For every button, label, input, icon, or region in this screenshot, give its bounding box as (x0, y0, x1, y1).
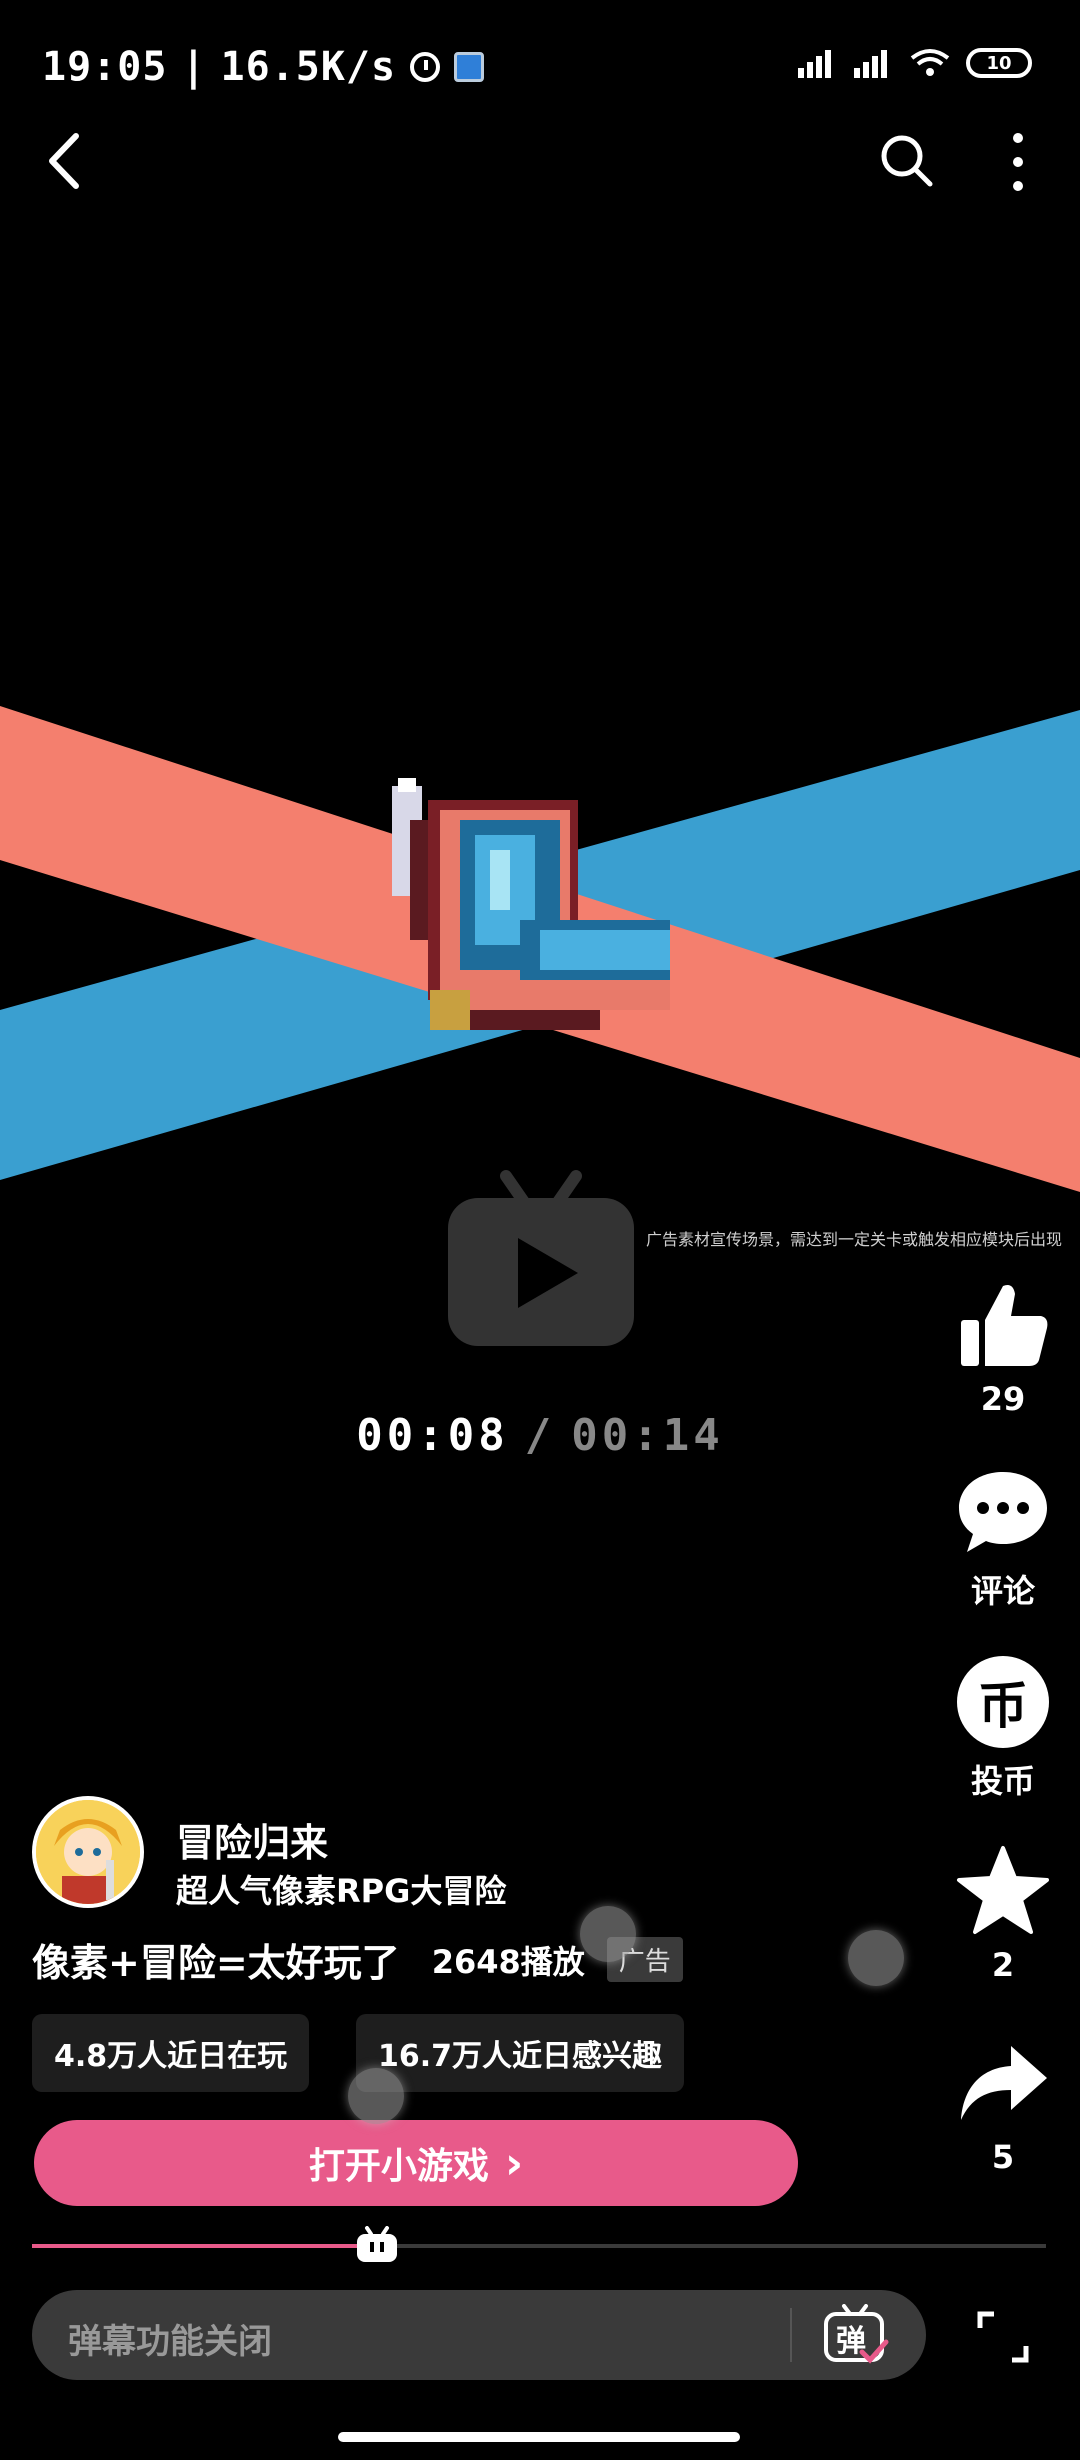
video-frame[interactable] (0, 690, 1080, 1210)
game-name[interactable]: 冒险归来 (176, 1812, 328, 1867)
back-button[interactable] (36, 126, 96, 196)
progress-thumb-icon[interactable] (355, 2226, 399, 2264)
search-button[interactable] (876, 130, 936, 190)
ad-disclaimer: 广告素材宣传场景，需达到一定关卡或触发相应模块后出现 (646, 1230, 1063, 1249)
share-count: 5 (991, 2138, 1015, 2176)
comment-label: 评论 (970, 1572, 1035, 1610)
danmaku-input[interactable]: 弹幕功能关闭 弹 (32, 2290, 926, 2380)
status-right: 10 (798, 48, 1032, 78)
comment-button[interactable]: 评论 (950, 1462, 1056, 1612)
like-count: 29 (980, 1380, 1026, 1418)
signal-icon-2 (854, 50, 887, 78)
fullscreen-button[interactable] (976, 2310, 1030, 2364)
coin-icon: 币 (953, 1652, 1053, 1752)
wifi-icon (910, 49, 950, 76)
share-button[interactable]: 5 (950, 2034, 1056, 2176)
danmaku-divider (790, 2308, 792, 2362)
alarm-icon (410, 52, 441, 82)
game-avatar[interactable] (32, 1796, 144, 1908)
status-bar: 19:05 | 16.5K/s 10 (0, 0, 1080, 140)
chevron-right-icon: › (504, 2137, 524, 2189)
favorite-count: 2 (991, 1946, 1015, 1984)
video-title: 像素+冒险=太好玩了 (32, 1941, 400, 1985)
progress-bar[interactable] (32, 2244, 1046, 2248)
open-mini-game-button[interactable]: 打开小游戏 › (34, 2120, 798, 2206)
danmaku-toggle-glyph: 弹 (836, 2324, 866, 2359)
avatar-character (36, 1800, 140, 1904)
coin-label: 投币 (970, 1762, 1035, 1800)
star-icon (957, 1846, 1049, 1934)
comment-icon (959, 1472, 1047, 1552)
share-icon (961, 2046, 1047, 2120)
danmaku-toggle-button[interactable]: 弹 (822, 2304, 892, 2368)
play-icon[interactable] (446, 1168, 636, 1348)
battery-icon: 10 (966, 48, 1032, 78)
danmaku-placeholder: 弹幕功能关闭 (68, 2322, 272, 2362)
play-count: 2648播放 (431, 1942, 585, 1981)
touch-indicator (580, 1906, 636, 1962)
open-game-label: 打开小游戏 (308, 2146, 489, 2187)
duration: 00:14 (571, 1410, 724, 1461)
players-stat-chip: 4.8万人近日在玩 (32, 2014, 310, 2092)
net-speed: 16.5K/s (220, 44, 397, 90)
progress-fill (32, 2244, 377, 2248)
playback-time: 00:08 / 00:14 (0, 1410, 1080, 1461)
interest-stat-chip: 16.7万人近日感兴趣 (356, 2014, 685, 2092)
home-indicator[interactable] (338, 2432, 740, 2442)
status-time: 19:05 (42, 44, 168, 90)
time-separator: / (524, 1410, 556, 1461)
coin-button[interactable]: 币 投币 (950, 1652, 1056, 1802)
thumbs-up-icon (961, 1285, 1048, 1366)
more-options-button[interactable] (1000, 130, 1036, 194)
like-button[interactable]: 29 (950, 1276, 1056, 1418)
status-divider: | (181, 44, 207, 90)
game-slogan: 超人气像素RPG大冒险 (176, 1872, 507, 1910)
app-notification-icon (454, 52, 485, 82)
status-left: 19:05 | 16.5K/s (42, 44, 485, 90)
current-time: 00:08 (356, 1410, 509, 1461)
favorite-button[interactable]: 2 (950, 1842, 1056, 1984)
touch-indicator (848, 1930, 904, 1986)
signal-icon (798, 50, 831, 78)
touch-indicator (348, 2068, 404, 2124)
